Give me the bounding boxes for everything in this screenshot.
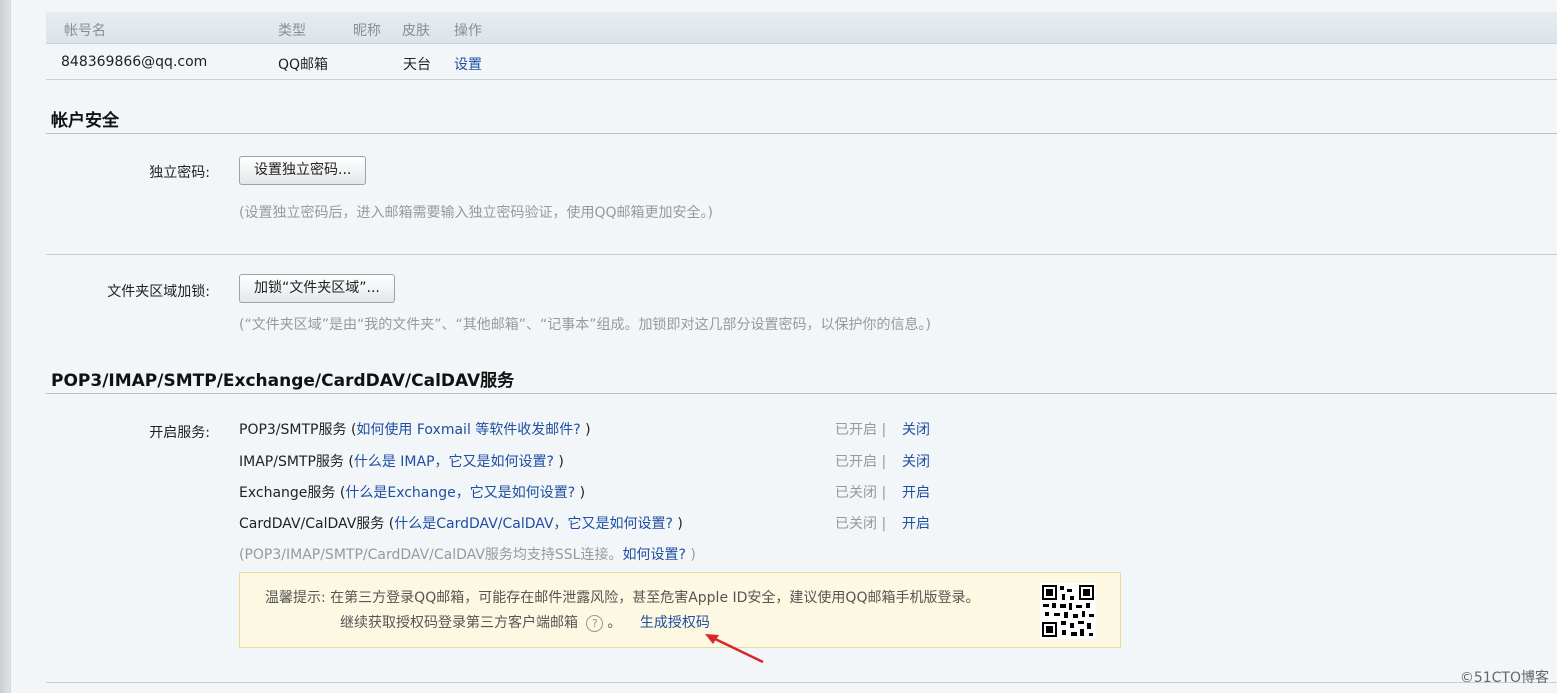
account-name: 848369866@qq.com <box>61 54 208 70</box>
service-carddav-caldav: CardDAV/CalDAV服务 (什么是CardDAV/CalDAV，它又是如… <box>239 516 683 532</box>
settings-panel: 帐号名 类型 昵称 皮肤 操作 848369866@qq.com QQ邮箱 天台… <box>10 0 1557 693</box>
service-name: Exchange服务 <box>239 485 336 501</box>
background-strip <box>0 0 10 693</box>
service-toggle-link[interactable]: 开启 <box>902 513 930 533</box>
service-pop3-smtp: POP3/SMTP服务 (如何使用 Foxmail 等软件收发邮件? ) <box>239 422 591 438</box>
question-icon[interactable]: ? <box>586 614 604 632</box>
tip-line-2: 继续获取授权码登录第三方客户端邮箱 ?。 生成授权码 <box>340 614 710 632</box>
account-type: QQ邮箱 <box>278 57 329 73</box>
services-label: 开启服务: <box>149 425 210 441</box>
service-imap-smtp: IMAP/SMTP服务 (什么是 IMAP，它又是如何设置? ) <box>239 454 564 470</box>
divider <box>46 254 1557 255</box>
watermark: ©51CTO博客 <box>1459 670 1549 686</box>
tip-text: 在第三方登录QQ邮箱，可能存在邮件泄露风险，甚至危害Apple ID安全，建议使… <box>330 590 980 606</box>
ssl-note: (POP3/IMAP/SMTP/CardDAV/CalDAV服务均支持SSL连接… <box>239 547 696 563</box>
accounts-table-header: 帐号名 类型 昵称 皮肤 操作 <box>46 12 1557 44</box>
service-toggle-link[interactable]: 开启 <box>902 482 930 502</box>
account-settings-link[interactable]: 设置 <box>454 54 482 74</box>
service-toggle-link[interactable]: 关闭 <box>902 451 930 471</box>
tip-line-1: 温馨提示: 在第三方登录QQ邮箱，可能存在邮件泄露风险，甚至危害Apple ID… <box>265 587 979 607</box>
col-nickname-header: 昵称 <box>353 23 381 39</box>
col-type-header: 类型 <box>278 23 306 39</box>
service-toggle-link[interactable]: 关闭 <box>902 419 930 439</box>
service-status: 已关闭 | <box>835 485 887 501</box>
col-action-header: 操作 <box>454 23 482 39</box>
red-arrow-annotation <box>705 634 764 664</box>
service-status: 已关闭 | <box>835 516 887 532</box>
account-skin: 天台 <box>403 57 431 73</box>
service-help-link[interactable]: 什么是Exchange，它又是如何设置? <box>345 485 575 501</box>
folder-lock-label: 文件夹区域加锁: <box>107 284 210 300</box>
service-name: POP3/SMTP服务 <box>239 422 347 438</box>
qr-code-icon <box>1040 583 1096 639</box>
folder-lock-button[interactable]: 加锁“文件夹区域”... <box>239 274 395 303</box>
account-security-title: 帐户安全 <box>46 104 1557 134</box>
services-title: POP3/IMAP/SMTP/Exchange/CardDAV/CalDAV服务 <box>46 364 1557 394</box>
folder-lock-hint: (“文件夹区域”是由“我的文件夹”、“其他邮箱”、“记事本”组成。加锁即对这几部… <box>239 317 931 333</box>
service-status: 已开启 | <box>835 422 887 438</box>
service-exchange: Exchange服务 (什么是Exchange，它又是如何设置? ) <box>239 485 586 501</box>
divider <box>46 682 1557 683</box>
independent-password-label: 独立密码: <box>149 165 210 181</box>
set-independent-password-button[interactable]: 设置独立密码... <box>239 156 367 185</box>
warm-tip-box: 温馨提示: 在第三方登录QQ邮箱，可能存在邮件泄露风险，甚至危害Apple ID… <box>239 572 1121 648</box>
service-help-link[interactable]: 什么是 IMAP，它又是如何设置? <box>354 454 554 470</box>
ssl-setup-link[interactable]: 如何设置? <box>622 547 685 563</box>
tip-auth-text: 继续获取授权码登录第三方客户端邮箱 <box>340 615 578 631</box>
service-name: CardDAV/CalDAV服务 <box>239 516 385 532</box>
generate-auth-code-link[interactable]: 生成授权码 <box>640 615 710 631</box>
service-status: 已开启 | <box>835 454 887 470</box>
service-help-link[interactable]: 什么是CardDAV/CalDAV，它又是如何设置? <box>394 516 673 532</box>
col-skin-header: 皮肤 <box>402 23 430 39</box>
service-help-link[interactable]: 如何使用 Foxmail 等软件收发邮件? <box>356 422 580 438</box>
service-name: IMAP/SMTP服务 <box>239 454 344 470</box>
col-account-header: 帐号名 <box>64 23 106 39</box>
table-row: 848369866@qq.com QQ邮箱 天台 设置 <box>46 44 1557 80</box>
tip-prefix: 温馨提示: <box>265 590 326 606</box>
independent-password-hint: (设置独立密码后，进入邮箱需要输入独立密码验证，使用QQ邮箱更加安全。) <box>239 205 713 221</box>
